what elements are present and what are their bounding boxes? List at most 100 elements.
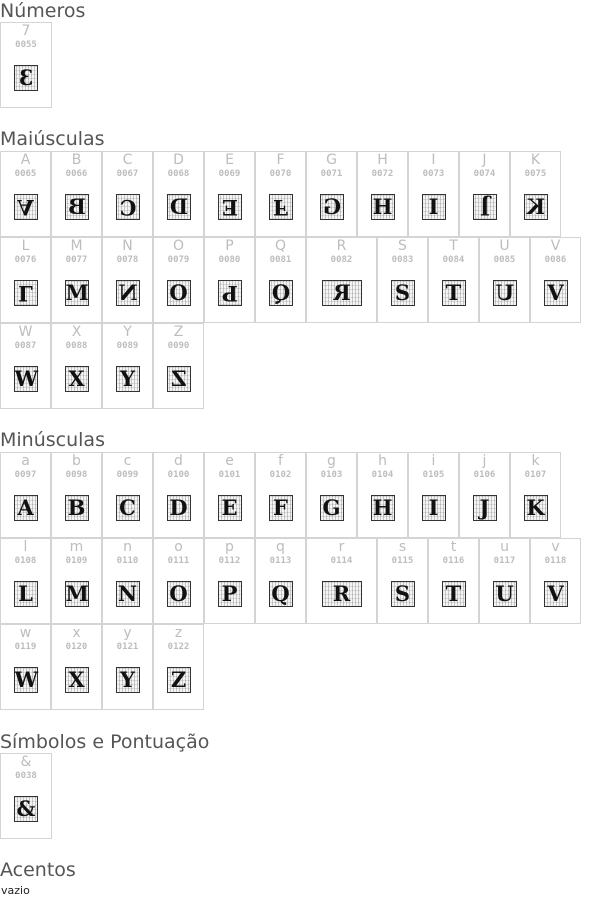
glyph-char-label: C bbox=[122, 152, 133, 168]
glyph-char-label: O bbox=[172, 238, 185, 254]
glyph-preview-image: C bbox=[115, 495, 140, 521]
glyph-char-label: E bbox=[225, 152, 234, 168]
glyph-preview-image: & bbox=[14, 796, 38, 822]
glyph-preview-image: V bbox=[543, 581, 568, 607]
glyph-cell-maiusculas-0067: C 0067 C bbox=[102, 151, 153, 237]
glyph-cell-minusculas-0117: u 0117 U bbox=[479, 538, 530, 624]
glyph-char-label: T bbox=[449, 238, 458, 254]
glyph-char-label: R bbox=[336, 238, 347, 254]
glyph-code-label: 0118 bbox=[544, 556, 567, 566]
glyph-char-label: H bbox=[377, 152, 388, 168]
glyph-cell-minusculas-0116: t 0116 T bbox=[428, 538, 479, 624]
glyph-preview-image: C bbox=[115, 194, 140, 220]
glyph-cell-minusculas-0097: a 0097 A bbox=[0, 452, 51, 538]
glyph-preview-image: O bbox=[166, 581, 191, 607]
glyph-cell-maiusculas-0078: N 0078 N bbox=[102, 237, 153, 323]
glyph-char-label: b bbox=[72, 453, 81, 469]
glyph-char-label: Q bbox=[274, 238, 287, 254]
section-title-simbolos: Símbolos e Pontuação bbox=[0, 731, 210, 753]
glyph-cell-minusculas-0121: y 0121 Y bbox=[102, 624, 153, 710]
glyph-preview-image: K bbox=[523, 495, 548, 521]
glyph-code-label: 0084 bbox=[442, 255, 465, 265]
glyph-code-label: 0067 bbox=[116, 169, 139, 179]
glyph-char-label: A bbox=[20, 152, 31, 168]
glyph-cell-maiusculas-0090: Z 0090 Z bbox=[153, 323, 204, 409]
glyph-cell-minusculas-0098: b 0098 B bbox=[51, 452, 102, 538]
glyph-preview-image: M bbox=[64, 280, 89, 306]
glyph-char-label: i bbox=[431, 453, 436, 469]
section-title-minusculas: Minúsculas bbox=[0, 429, 105, 451]
glyph-char-label: t bbox=[450, 539, 457, 555]
glyph-code-label: 0075 bbox=[524, 169, 547, 179]
glyph-cell-maiusculas-0077: M 0077 M bbox=[51, 237, 102, 323]
glyph-preview-image: F bbox=[268, 194, 293, 220]
glyph-code-label: 0110 bbox=[116, 556, 139, 566]
glyph-cell-minusculas-0107: k 0107 K bbox=[510, 452, 561, 538]
glyph-preview-image: I bbox=[421, 194, 446, 220]
glyph-preview-image: D bbox=[166, 194, 191, 220]
glyph-cell-maiusculas-0070: F 0070 F bbox=[255, 151, 306, 237]
glyph-code-label: 0087 bbox=[14, 341, 37, 351]
glyph-code-label: 0089 bbox=[116, 341, 139, 351]
glyph-char-label: q bbox=[276, 539, 285, 555]
glyph-preview-image: D bbox=[166, 495, 191, 521]
glyph-char-label: u bbox=[500, 539, 509, 555]
section-title-maiusculas: Maiúsculas bbox=[0, 128, 105, 150]
glyph-code-label: 0066 bbox=[65, 169, 88, 179]
glyph-cell-maiusculas-0081: Q 0081 Q bbox=[255, 237, 306, 323]
glyph-cell-maiusculas-0087: W 0087 W bbox=[0, 323, 51, 409]
glyph-preview-image: W bbox=[13, 366, 39, 392]
glyph-code-label: 0122 bbox=[167, 642, 190, 652]
glyph-cell-minusculas-0106: j 0106 J bbox=[459, 452, 510, 538]
glyph-cell-minusculas-0102: f 0102 F bbox=[255, 452, 306, 538]
glyph-code-label: 0121 bbox=[116, 642, 139, 652]
glyph-preview-image: R bbox=[321, 280, 362, 306]
glyph-preview-image: S bbox=[390, 581, 415, 607]
glyph-code-label: 0055 bbox=[15, 40, 37, 50]
glyph-preview-image: M bbox=[64, 581, 89, 607]
glyph-cell-numeros-0055: 7 0055 3 bbox=[0, 22, 52, 108]
glyph-cell-maiusculas-0068: D 0068 D bbox=[153, 151, 204, 237]
glyph-code-label: 0115 bbox=[391, 556, 414, 566]
glyph-code-label: 0070 bbox=[269, 169, 292, 179]
glyph-char-label: M bbox=[70, 238, 83, 254]
glyph-code-label: 0106 bbox=[473, 470, 496, 480]
glyph-char-label: P bbox=[225, 238, 234, 254]
glyph-cell-minusculas-0104: h 0104 H bbox=[357, 452, 408, 538]
glyph-preview-image: Z bbox=[166, 667, 191, 693]
glyph-code-label: 0069 bbox=[218, 169, 241, 179]
glyph-char-label: 7 bbox=[21, 23, 31, 39]
glyph-code-label: 0098 bbox=[65, 470, 88, 480]
glyph-preview-image: H bbox=[370, 194, 395, 220]
glyph-char-label: & bbox=[20, 754, 32, 770]
glyph-preview-image: B bbox=[64, 495, 89, 521]
glyph-cell-maiusculas-0075: K 0075 K bbox=[510, 151, 561, 237]
glyph-code-label: 0078 bbox=[116, 255, 139, 265]
glyph-preview-image: Q bbox=[268, 280, 293, 306]
glyph-cell-minusculas-0099: c 0099 C bbox=[102, 452, 153, 538]
glyph-preview-image: J bbox=[472, 495, 497, 521]
glyph-cell-minusculas-0109: m 0109 M bbox=[51, 538, 102, 624]
glyph-char-label: I bbox=[431, 152, 436, 168]
glyph-cell-maiusculas-0080: P 0080 P bbox=[204, 237, 255, 323]
glyph-preview-image: L bbox=[13, 280, 38, 306]
glyph-preview-image: H bbox=[370, 495, 395, 521]
section-title-acentos: Acentos bbox=[0, 859, 76, 881]
glyph-preview-image: K bbox=[523, 194, 548, 220]
glyph-preview-image: P bbox=[217, 581, 242, 607]
glyph-code-label: 0108 bbox=[14, 556, 37, 566]
glyph-preview-image: B bbox=[64, 194, 89, 220]
glyph-cell-maiusculas-0071: G 0071 G bbox=[306, 151, 357, 237]
glyph-preview-image: V bbox=[543, 280, 568, 306]
glyph-char-label: Y bbox=[123, 324, 132, 340]
glyph-code-label: 0114 bbox=[330, 556, 353, 566]
glyph-code-label: 0080 bbox=[218, 255, 241, 265]
glyph-code-label: 0100 bbox=[167, 470, 190, 480]
glyph-preview-image: U bbox=[492, 581, 517, 607]
glyph-code-label: 0112 bbox=[218, 556, 241, 566]
glyph-preview-image: X bbox=[64, 667, 89, 693]
glyph-preview-image: S bbox=[390, 280, 415, 306]
glyph-char-label: y bbox=[123, 625, 132, 641]
glyph-cell-minusculas-0122: z 0122 Z bbox=[153, 624, 204, 710]
glyph-cell-maiusculas-0085: U 0085 U bbox=[479, 237, 530, 323]
